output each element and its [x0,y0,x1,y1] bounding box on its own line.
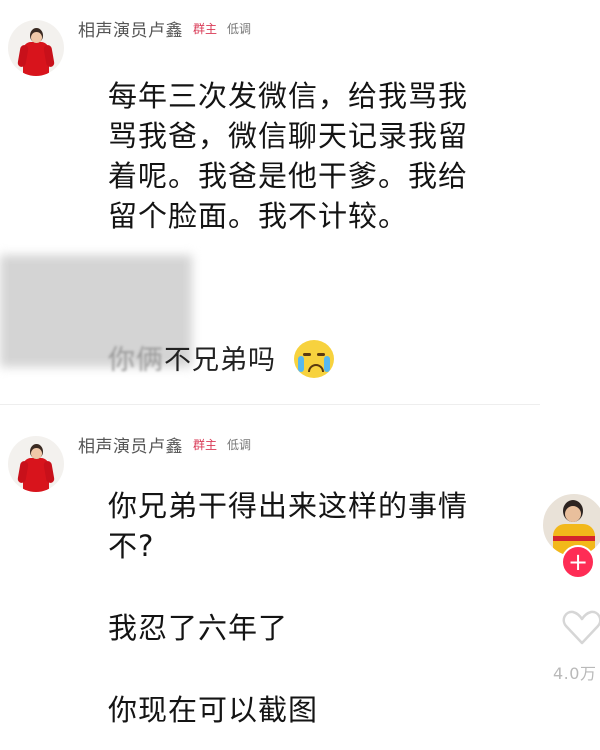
avatar[interactable] [8,20,64,76]
emoji-eye [303,353,311,356]
quoted-reply-text: 不兄弟吗 [164,345,276,376]
crying-emoji-icon [294,340,334,378]
creator-face [565,506,581,522]
comment-body[interactable]: 每年三次发微信，给我骂我 骂我爸，微信聊天记录我留 着呢。我爸是他干爹。我给 留… [108,76,468,236]
quoted-reply-prefix: 你俩 [108,345,164,376]
comment-header: 相声演员卢鑫 群主 低调 [78,16,251,41]
level-tag: 低调 [227,22,252,36]
comment-line: 留个脸面。我不计较。 [108,199,409,233]
quoted-reply: 你俩不兄弟吗 [108,343,276,379]
comment-line: 骂我爸，微信聊天记录我留 [108,119,469,153]
emoji-mouth [308,364,324,372]
comment-line: 不? [108,529,155,563]
author-name[interactable]: 相声演员卢鑫 [78,432,183,457]
heart-icon[interactable] [560,605,600,649]
avatar-face [31,32,42,43]
follow-button[interactable]: + [561,545,595,579]
comment-line[interactable]: 你现在可以截图 [108,690,318,730]
owner-badge: 群主 [193,438,218,452]
comment-divider [0,404,540,405]
comment-line: 你兄弟干得出来这样的事情 [108,489,469,523]
avatar[interactable] [8,436,64,492]
emoji-tear [324,356,330,372]
author-name[interactable]: 相声演员卢鑫 [78,16,183,41]
emoji-tear [298,356,304,372]
comment-line: 着呢。我爸是他干爹。我给 [108,159,469,193]
like-count: 4.0万 [553,664,597,683]
comment-body[interactable]: 你兄弟干得出来这样的事情 不? [108,486,468,566]
level-tag: 低调 [227,438,252,452]
creator-shirt-stripe [553,536,595,541]
comment-line: 每年三次发微信，给我骂我 [108,79,469,113]
owner-badge: 群主 [193,22,218,36]
comment-header: 相声演员卢鑫 群主 低调 [78,432,251,457]
avatar-face [31,448,42,459]
plus-icon: + [567,548,589,576]
comment-line[interactable]: 我忍了六年了 [108,608,288,648]
emoji-eye [317,353,325,356]
